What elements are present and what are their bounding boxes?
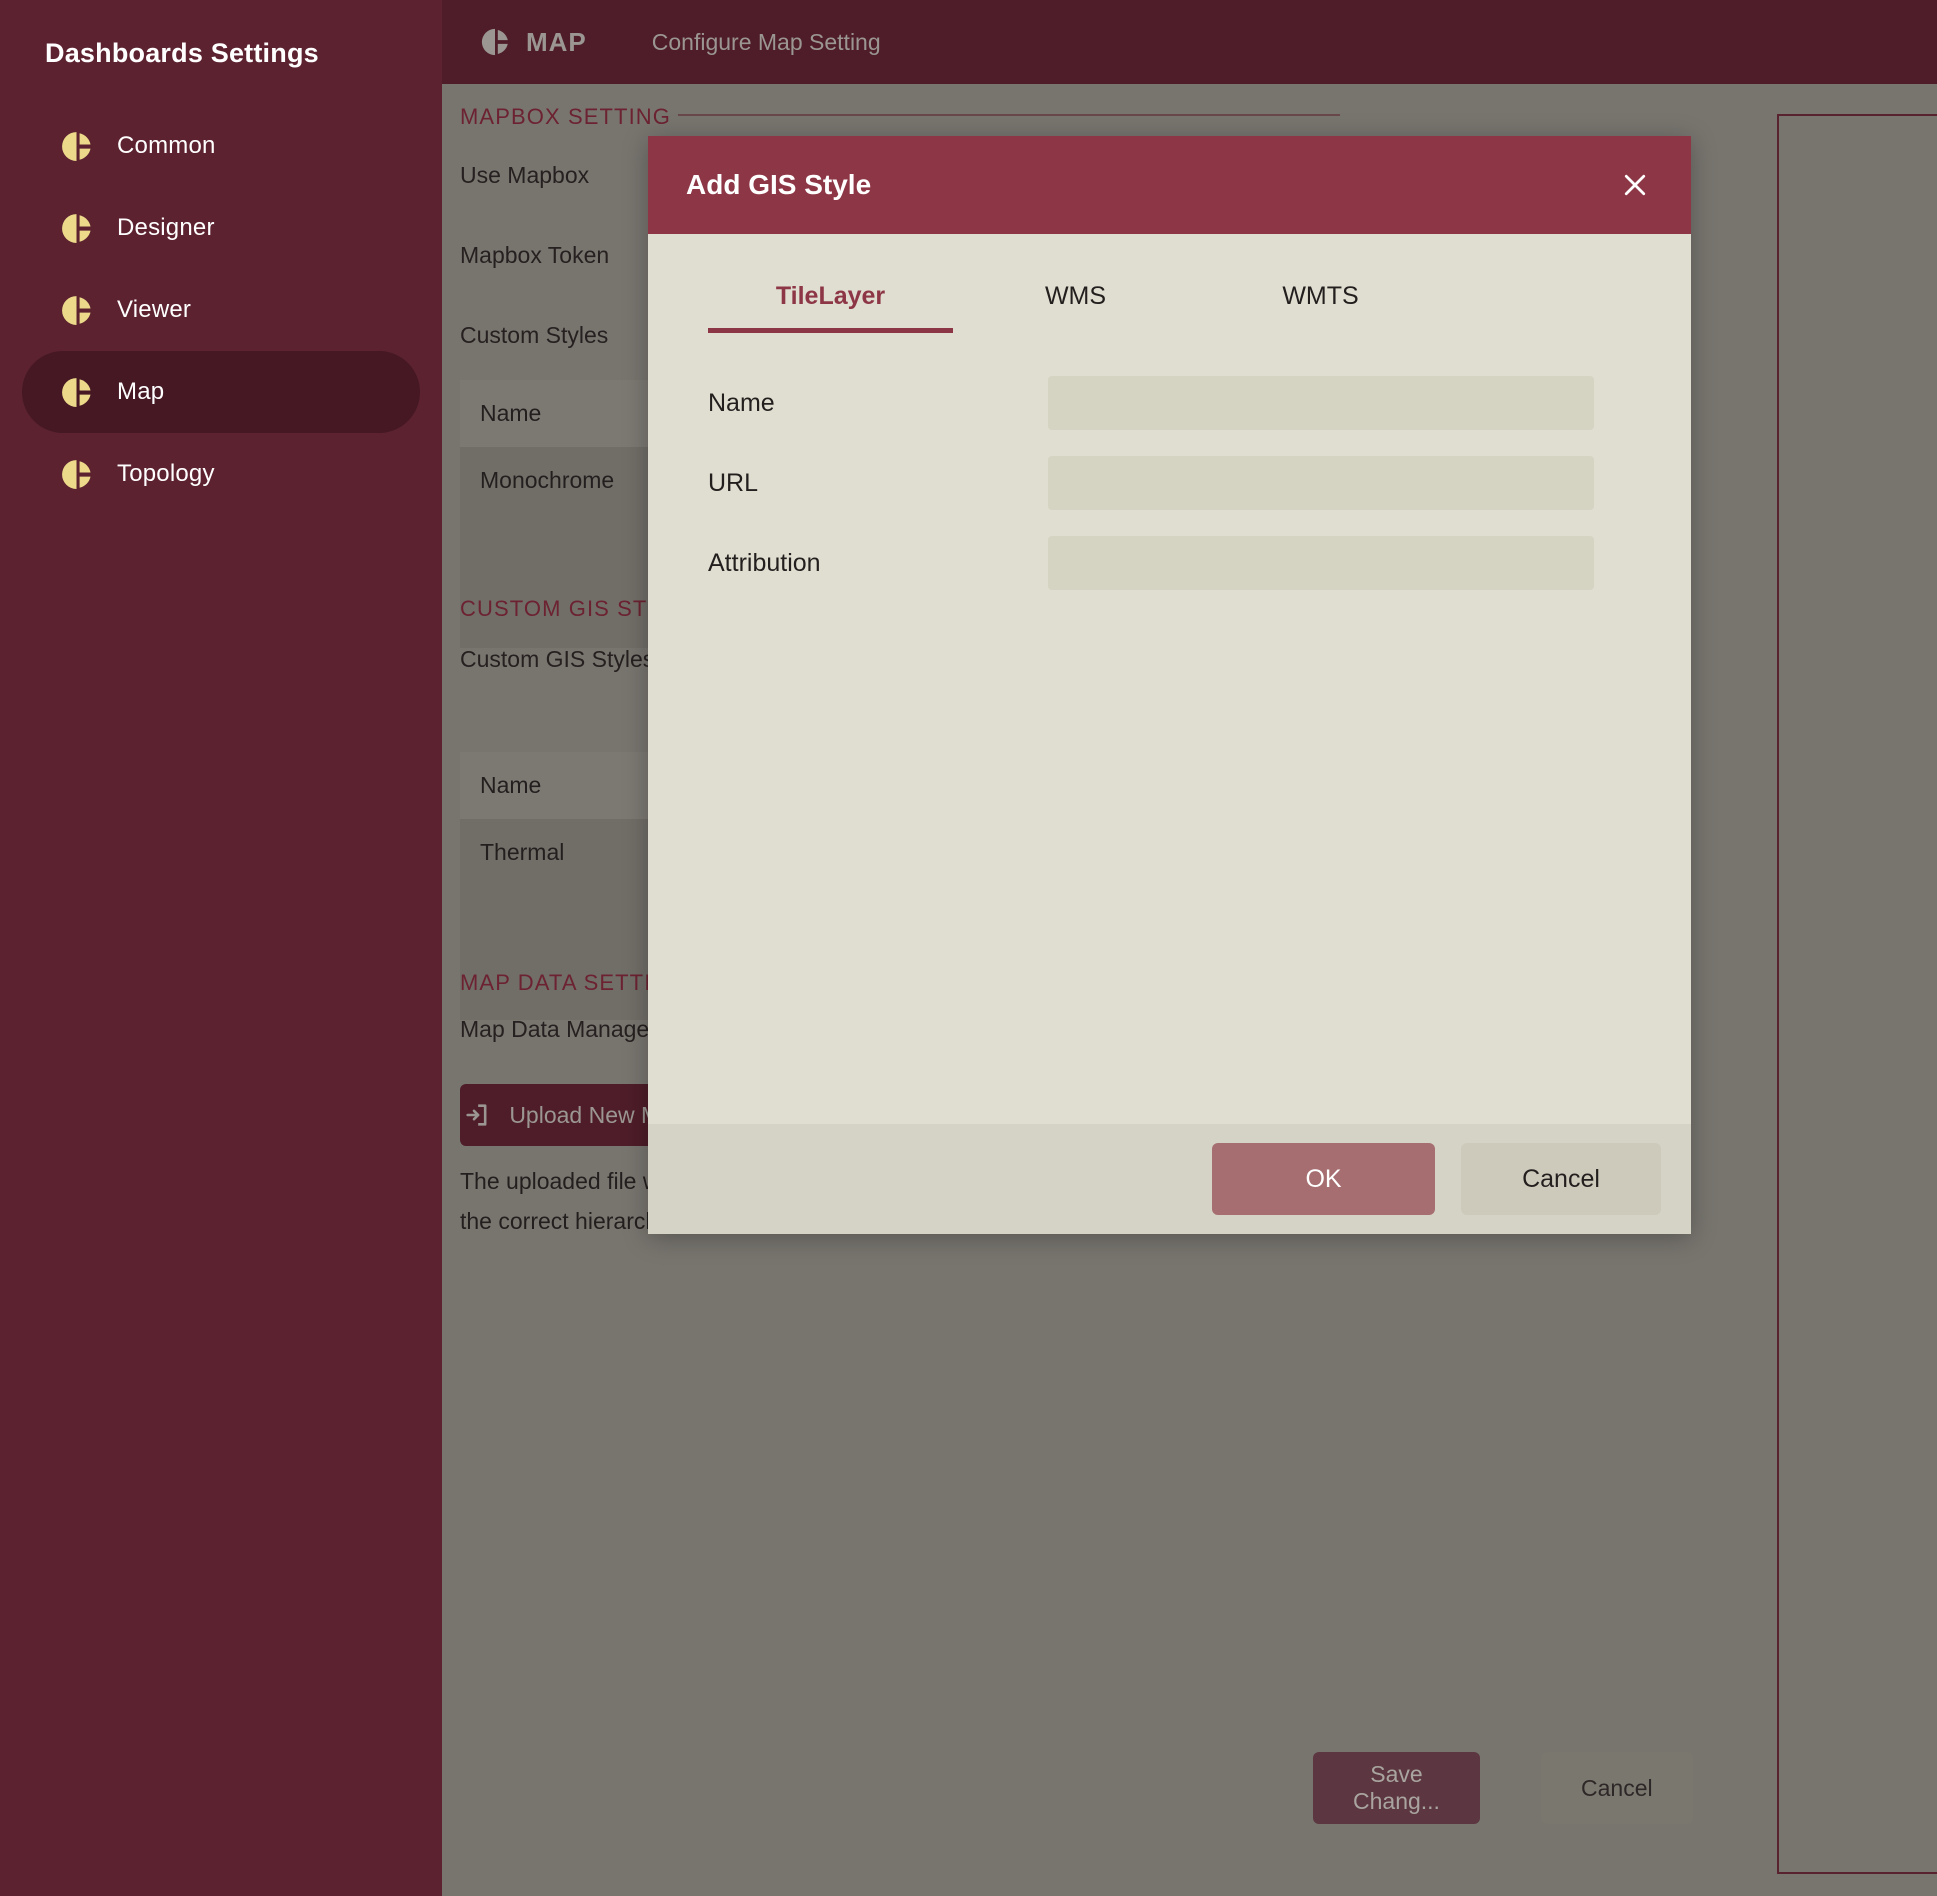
- page-title: Configure Map Setting: [651, 28, 881, 55]
- name-input[interactable]: [1048, 376, 1594, 430]
- cancel-button[interactable]: Cancel: [1541, 1752, 1693, 1824]
- url-input[interactable]: [1048, 456, 1594, 510]
- pie-chart-icon: [60, 458, 93, 491]
- form-row-name: Name: [708, 363, 1691, 443]
- dialog-body: TileLayer WMS WMTS Name URL Attribution: [648, 234, 1691, 1124]
- close-icon[interactable]: [1613, 163, 1657, 207]
- dialog-header: Add GIS Style: [648, 136, 1691, 234]
- dialog-title: Add GIS Style: [686, 169, 872, 200]
- sidebar-item-label: Common: [117, 132, 216, 159]
- sidebar-title: Dashboards Settings: [45, 38, 319, 68]
- form-row-attribution: Attribution: [708, 523, 1691, 603]
- custom-styles-label: Custom Styles: [460, 322, 609, 348]
- sidebar-item-label: Viewer: [117, 296, 192, 323]
- sidebar-item-label: Designer: [117, 214, 215, 241]
- tab-tilelayer[interactable]: TileLayer: [708, 282, 953, 333]
- save-changes-button[interactable]: Save Chang...: [1313, 1752, 1480, 1824]
- dialog-tabs: TileLayer WMS WMTS: [708, 234, 1691, 333]
- url-label: URL: [708, 468, 759, 497]
- preview-panel: [1777, 114, 1937, 1874]
- upload-box-arrow-icon: [463, 1101, 491, 1129]
- section-divider: [678, 114, 1340, 116]
- tab-wmts[interactable]: WMTS: [1198, 282, 1443, 333]
- pie-chart-icon: [60, 212, 93, 245]
- pie-chart-icon: [60, 294, 93, 327]
- form-row-url: URL: [708, 443, 1691, 523]
- sidebar-nav-list: Common Designer Viewer Map Topology: [0, 105, 442, 515]
- name-label: Name: [708, 388, 775, 417]
- attribution-label: Attribution: [708, 548, 821, 577]
- sidebar-item-label: Topology: [117, 460, 215, 487]
- sidebar-item-topology[interactable]: Topology: [22, 433, 420, 515]
- ok-button[interactable]: OK: [1212, 1143, 1435, 1215]
- add-gis-style-dialog: Add GIS Style TileLayer WMS WMTS Name UR…: [648, 136, 1691, 1234]
- custom-gis-styles-label: Custom GIS Styles: [460, 646, 655, 672]
- pie-chart-icon: [60, 130, 93, 163]
- sidebar: Dashboards Settings Common Designer View…: [0, 0, 442, 1896]
- sidebar-item-label: Map: [117, 378, 165, 405]
- sidebar-item-map[interactable]: Map: [22, 351, 420, 433]
- dialog-footer: OK Cancel: [648, 1124, 1691, 1234]
- dialog-cancel-button[interactable]: Cancel: [1461, 1143, 1661, 1215]
- app-header: MAP Configure Map Setting: [442, 0, 1937, 84]
- sidebar-item-designer[interactable]: Designer: [22, 187, 420, 269]
- tab-wms[interactable]: WMS: [953, 282, 1198, 333]
- pie-chart-icon: [60, 376, 93, 409]
- sidebar-item-viewer[interactable]: Viewer: [22, 269, 420, 351]
- mapbox-token-label: Mapbox Token: [460, 242, 610, 268]
- attribution-input[interactable]: [1048, 536, 1594, 590]
- mapbox-section-title: MAPBOX SETTING: [460, 104, 671, 129]
- pie-chart-icon: [480, 27, 510, 57]
- app-name: MAP: [526, 26, 587, 57]
- use-mapbox-label: Use Mapbox: [460, 162, 590, 188]
- sidebar-item-common[interactable]: Common: [22, 105, 420, 187]
